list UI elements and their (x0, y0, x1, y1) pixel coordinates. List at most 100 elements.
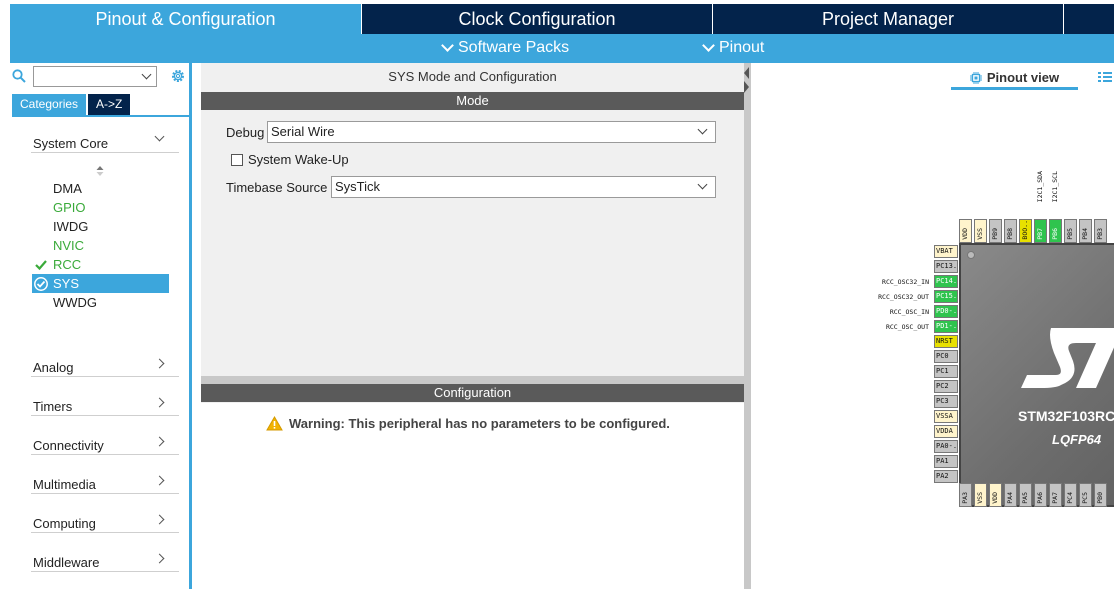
pin-vss[interactable]: VSS (974, 483, 987, 507)
section-timers[interactable]: Timers (31, 391, 179, 416)
pin-pb0[interactable]: PB0 (1094, 483, 1107, 507)
panel-divider[interactable] (201, 376, 744, 384)
peripheral-nvic[interactable]: NVIC (32, 236, 169, 255)
pin-pc0[interactable]: PC0 (934, 350, 958, 363)
pin-pc5[interactable]: PC5 (1079, 483, 1092, 507)
pin-pb6[interactable]: PB6 (1049, 219, 1062, 243)
tab-tools[interactable] (1063, 4, 1114, 34)
chevron-right-icon (154, 436, 165, 447)
pin-pc4[interactable]: PC4 (1064, 483, 1077, 507)
pin-pb7[interactable]: PB7 (1034, 219, 1047, 243)
section-middleware[interactable]: Middleware (31, 547, 179, 572)
pin-vssa[interactable]: VSSA (934, 410, 958, 423)
pin-pc15[interactable]: PC15.. (934, 290, 958, 303)
pin-pa1[interactable]: PA1 (934, 455, 958, 468)
section-label: Analog (33, 360, 74, 375)
pin-pa6[interactable]: PA6 (1034, 483, 1047, 507)
pin-nrst[interactable]: NRST (934, 335, 958, 348)
pin-pb8[interactable]: PB8 (1004, 219, 1017, 243)
section-label: Multimedia (33, 477, 96, 492)
pin-pc2[interactable]: PC2 (934, 380, 958, 393)
section-analog[interactable]: Analog (31, 352, 179, 377)
system-view-icon[interactable] (1098, 71, 1112, 83)
pin-name: PB5 (1066, 228, 1074, 240)
pinout-view-label: Pinout view (986, 70, 1060, 85)
peripheral-dma[interactable]: DMA (32, 179, 169, 198)
pin-signal-label: I2C1_SCL (1051, 171, 1059, 203)
peripheral-wwdg[interactable]: WWDG (32, 293, 169, 312)
pin-pa2[interactable]: PA2 (934, 470, 958, 483)
pin-pa0[interactable]: PA0-.. (934, 440, 958, 453)
section-multimedia[interactable]: Multimedia (31, 469, 179, 494)
peripheral-iwdg[interactable]: IWDG (32, 217, 169, 236)
debug-select[interactable]: Serial Wire (267, 121, 716, 143)
software-packs-menu[interactable]: Software Packs (441, 39, 570, 57)
section-connectivity[interactable]: Connectivity (31, 430, 179, 455)
mode-configuration-panel: SYS Mode and Configuration Mode Debug Se… (201, 63, 744, 589)
pin-name: PA7 (1051, 492, 1059, 504)
pin-pb4[interactable]: PB4 (1079, 219, 1092, 243)
peripheral-gpio[interactable]: GPIO (32, 198, 169, 217)
tab-project-manager[interactable]: Project Manager (712, 4, 1063, 34)
pin-pa3[interactable]: PA3 (959, 483, 972, 507)
collapse-left-icon[interactable] (744, 67, 749, 79)
pin-pb9[interactable]: PB9 (989, 219, 1002, 243)
tab-clock-configuration[interactable]: Clock Configuration (361, 4, 712, 34)
pin-boo[interactable]: BOO.. (1019, 219, 1032, 243)
pin-name: PB7 (1036, 228, 1044, 240)
tab-pinout-configuration[interactable]: Pinout & Configuration (10, 4, 361, 34)
timebase-label: Timebase Source (226, 180, 328, 195)
tab-categories[interactable]: Categories (12, 94, 87, 115)
pin-pc3[interactable]: PC3 (934, 395, 958, 408)
tab-a-to-z[interactable]: A->Z (88, 94, 131, 115)
section-label: Computing (33, 516, 96, 531)
pin-pa5[interactable]: PA5 (1019, 483, 1032, 507)
pin-pc1[interactable]: PC1 (934, 365, 958, 378)
timebase-select[interactable]: SysTick (331, 176, 716, 198)
pin-vdd[interactable]: VDD (989, 483, 1002, 507)
pin-vbat[interactable]: VBAT (934, 245, 958, 258)
checkmark-icon (35, 260, 47, 271)
pin-vdda[interactable]: VDDA (934, 425, 958, 438)
tab-pinout-view[interactable]: Pinout view (951, 68, 1078, 90)
timebase-select-value: SysTick (335, 179, 381, 194)
pin-pb5[interactable]: PB5 (1064, 219, 1077, 243)
debug-label: Debug (226, 125, 265, 140)
software-packs-label: Software Packs (458, 39, 570, 56)
pin-name: PA4 (1006, 492, 1014, 504)
peripheral-label: NVIC (53, 238, 85, 253)
chevron-right-icon (154, 514, 165, 525)
section-system-core[interactable]: System Core (31, 128, 179, 153)
pin-pa7[interactable]: PA7 (1049, 483, 1062, 507)
pin-pc13[interactable]: PC13.. (934, 260, 958, 273)
pin-name: VSS (976, 228, 984, 240)
pin-pa4[interactable]: PA4 (1004, 483, 1017, 507)
panel-splitter[interactable] (744, 63, 751, 589)
pin-vss[interactable]: VSS (974, 219, 987, 243)
pin-pc14[interactable]: PC14.. (934, 275, 958, 288)
peripheral-sys[interactable]: SYS (32, 274, 169, 293)
chevron-right-icon (154, 358, 165, 369)
pin-name: PA6 (1036, 492, 1044, 504)
sort-icon[interactable] (95, 165, 105, 177)
wakeup-checkbox[interactable] (231, 154, 243, 166)
peripheral-rcc[interactable]: RCC (32, 255, 169, 274)
section-computing[interactable]: Computing (31, 508, 179, 533)
gear-icon[interactable] (169, 67, 187, 85)
pin-name: PB0 (1096, 492, 1104, 504)
pin-signal-label: RCC_OSC_IN (889, 308, 929, 316)
search-input[interactable] (33, 66, 157, 87)
expand-right-icon[interactable] (744, 81, 749, 93)
pin-name: VDD (991, 492, 999, 504)
pin-pb3[interactable]: PB3 (1094, 219, 1107, 243)
mcu-chip[interactable]: STM32F103RC LQFP64 (959, 243, 1114, 507)
search-icon[interactable] (12, 69, 26, 83)
pin-vdd[interactable]: VDD (959, 219, 972, 243)
pin-pd1[interactable]: PD1-.. (934, 320, 958, 333)
pin-pd0[interactable]: PD0-.. (934, 305, 958, 318)
pinout-view-panel: Pinout view STM32F103RC LQFP64 VBAT PC13.… (751, 63, 1114, 589)
pinout-menu[interactable]: Pinout (702, 39, 765, 57)
pinout-menu-label: Pinout (719, 39, 765, 56)
chip-package: LQFP64 (1052, 432, 1102, 447)
peripheral-label: DMA (53, 181, 82, 196)
